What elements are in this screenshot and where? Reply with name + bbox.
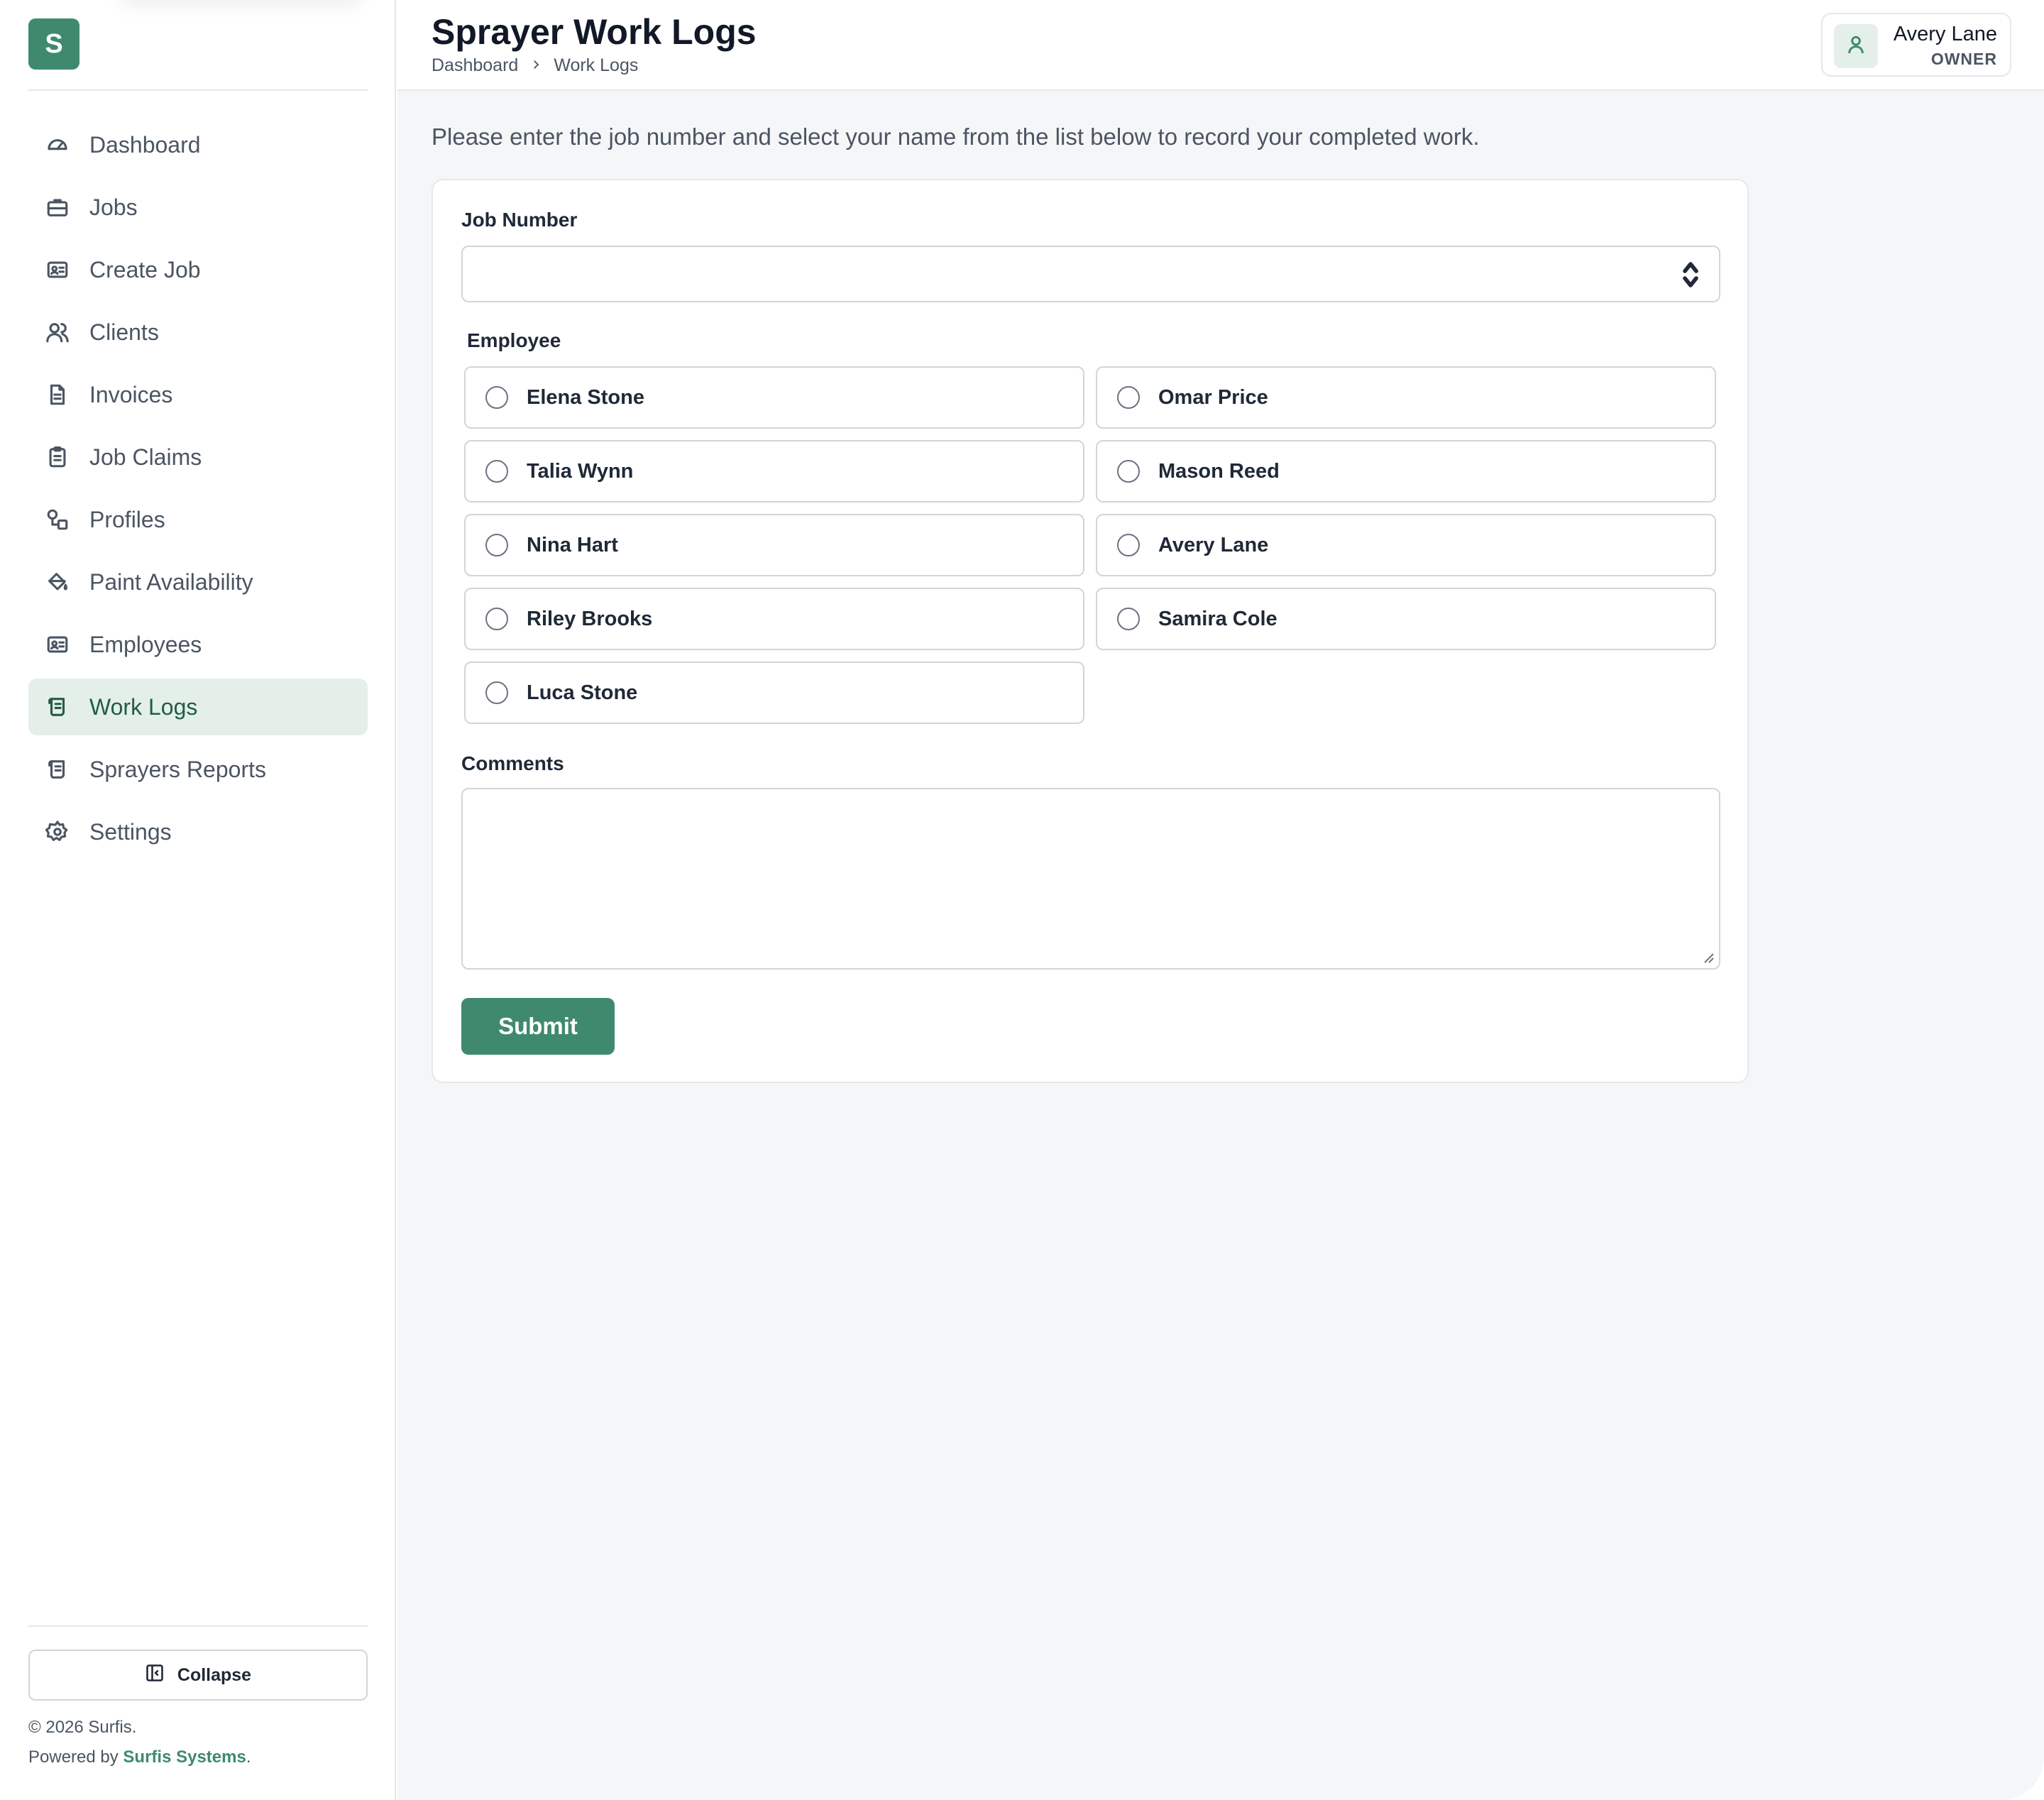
id-card-icon [44,256,71,283]
radio-button[interactable] [485,608,508,630]
employee-option-riley-brooks[interactable]: Riley Brooks [464,588,1084,650]
breadcrumb-dashboard[interactable]: Dashboard [432,55,518,76]
collapse-button[interactable]: Collapse [28,1650,368,1701]
employee-name: Samira Cole [1158,607,1278,630]
comments-label: Comments [461,752,564,774]
sidebar-divider [28,89,368,91]
intro-text: Please enter the job number and select y… [432,124,1480,150]
sidebar-item-work-logs[interactable]: Work Logs [28,679,368,735]
sidebar-item-label: Dashboard [89,131,201,158]
collapse-label: Collapse [177,1664,252,1685]
sidebar-item-employees[interactable]: Employees [28,616,368,673]
sidebar-item-label: Profiles [89,506,165,532]
number-stepper-icon[interactable] [1681,260,1700,290]
employee-option-nina-hart[interactable]: Nina Hart [464,514,1084,576]
user-icon [1845,33,1867,60]
powered-suffix: . [246,1747,251,1767]
employee-name: Elena Stone [527,385,644,409]
sidebar-item-paint-availability[interactable]: Paint Availability [28,554,368,610]
radio-button[interactable] [485,534,508,556]
sidebar-nav: Dashboard Jobs Create Job Clients Invoic… [28,116,368,866]
chevron-right-icon [529,55,542,76]
powered-brand-link[interactable]: Surfis Systems [123,1747,246,1767]
sidebar-item-label: Paint Availability [89,569,253,595]
employee-option-talia-wynn[interactable]: Talia Wynn [464,440,1084,503]
sidebar-item-job-claims[interactable]: Job Claims [28,429,368,485]
sidebar-item-label: Employees [89,631,202,657]
sidebar-item-label: Job Claims [89,444,202,470]
sidebar-item-create-job[interactable]: Create Job [28,241,368,298]
employee-option-elena-stone[interactable]: Elena Stone [464,366,1084,429]
main-content: Sprayer Work Logs Dashboard Work Logs Av… [397,0,2044,1800]
sidebar-collapse-icon [145,1663,165,1688]
user-menu[interactable]: Avery Lane OWNER [1821,13,2011,77]
employee-label: Employee [467,329,561,351]
sidebar-item-label: Invoices [89,381,173,407]
briefcase-icon [44,194,71,221]
paint-bucket-icon [44,569,71,596]
sidebar-item-label: Clients [89,319,159,345]
user-name: Avery Lane [1893,23,1997,45]
radio-button[interactable] [1117,386,1140,409]
sidebar-item-jobs[interactable]: Jobs [28,179,368,236]
shapes-icon [44,506,71,533]
employee-name: Talia Wynn [527,459,634,483]
resize-handle-icon[interactable] [1700,950,1715,964]
scroll-icon [44,693,71,720]
sidebar-item-invoices[interactable]: Invoices [28,366,368,423]
blurred-decoration [121,0,362,7]
breadcrumb-work-logs: Work Logs [554,55,639,75]
file-text-icon [44,381,71,408]
sidebar-item-label: Create Job [89,256,201,282]
radio-button[interactable] [485,386,508,409]
radio-button[interactable] [1117,460,1140,483]
sidebar-item-label: Work Logs [89,693,198,720]
job-number-input[interactable] [461,246,1720,302]
breadcrumb: Dashboard Work Logs [432,55,638,76]
employee-name: Luca Stone [527,681,638,704]
radio-button[interactable] [1117,608,1140,630]
page-title: Sprayer Work Logs [432,12,757,52]
sidebar-footer-divider [28,1625,368,1627]
user-role: OWNER [1930,50,1997,68]
comments-textarea[interactable] [461,788,1720,970]
employee-name: Omar Price [1158,385,1268,409]
employee-name: Avery Lane [1158,533,1269,556]
radio-button[interactable] [485,460,508,483]
employee-option-luca-stone[interactable]: Luca Stone [464,662,1084,724]
sidebar-item-sprayers-reports[interactable]: Sprayers Reports [28,741,368,798]
sidebar-item-settings[interactable]: Settings [28,803,368,860]
work-log-form: Job Number Employee Elena Stone Omar Pri… [432,179,1749,1083]
powered-prefix: Powered by [28,1747,123,1767]
job-number-label: Job Number [461,209,578,231]
employee-option-avery-lane[interactable]: Avery Lane [1096,514,1716,576]
radio-button[interactable] [485,681,508,704]
avatar [1834,24,1878,68]
employee-name: Mason Reed [1158,459,1280,483]
sidebar-item-clients[interactable]: Clients [28,304,368,361]
employee-name: Riley Brooks [527,607,653,630]
users-icon [44,319,71,346]
sidebar-item-label: Sprayers Reports [89,756,266,782]
radio-button[interactable] [1117,534,1140,556]
sidebar-item-profiles[interactable]: Profiles [28,491,368,548]
sidebar-item-label: Settings [89,818,172,845]
sidebar-item-dashboard[interactable]: Dashboard [28,116,368,173]
employee-option-samira-cole[interactable]: Samira Cole [1096,588,1716,650]
submit-button[interactable]: Submit [461,998,615,1055]
sidebar: S Dashboard Jobs Create Job Clients Invo… [0,0,396,1800]
powered-by: Powered by Surfis Systems. [28,1747,251,1767]
employee-option-mason-reed[interactable]: Mason Reed [1096,440,1716,503]
app-logo[interactable]: S [28,18,79,70]
scroll-icon [44,756,71,783]
gauge-icon [44,131,71,158]
employee-name: Nina Hart [527,533,618,556]
gear-icon [44,818,71,845]
copyright-text: © 2026 Surfis. [28,1718,137,1737]
id-card-icon [44,631,71,658]
employee-option-omar-price[interactable]: Omar Price [1096,366,1716,429]
clipboard-icon [44,444,71,471]
sidebar-item-label: Jobs [89,194,138,220]
page-header: Sprayer Work Logs Dashboard Work Logs Av… [397,0,2044,91]
